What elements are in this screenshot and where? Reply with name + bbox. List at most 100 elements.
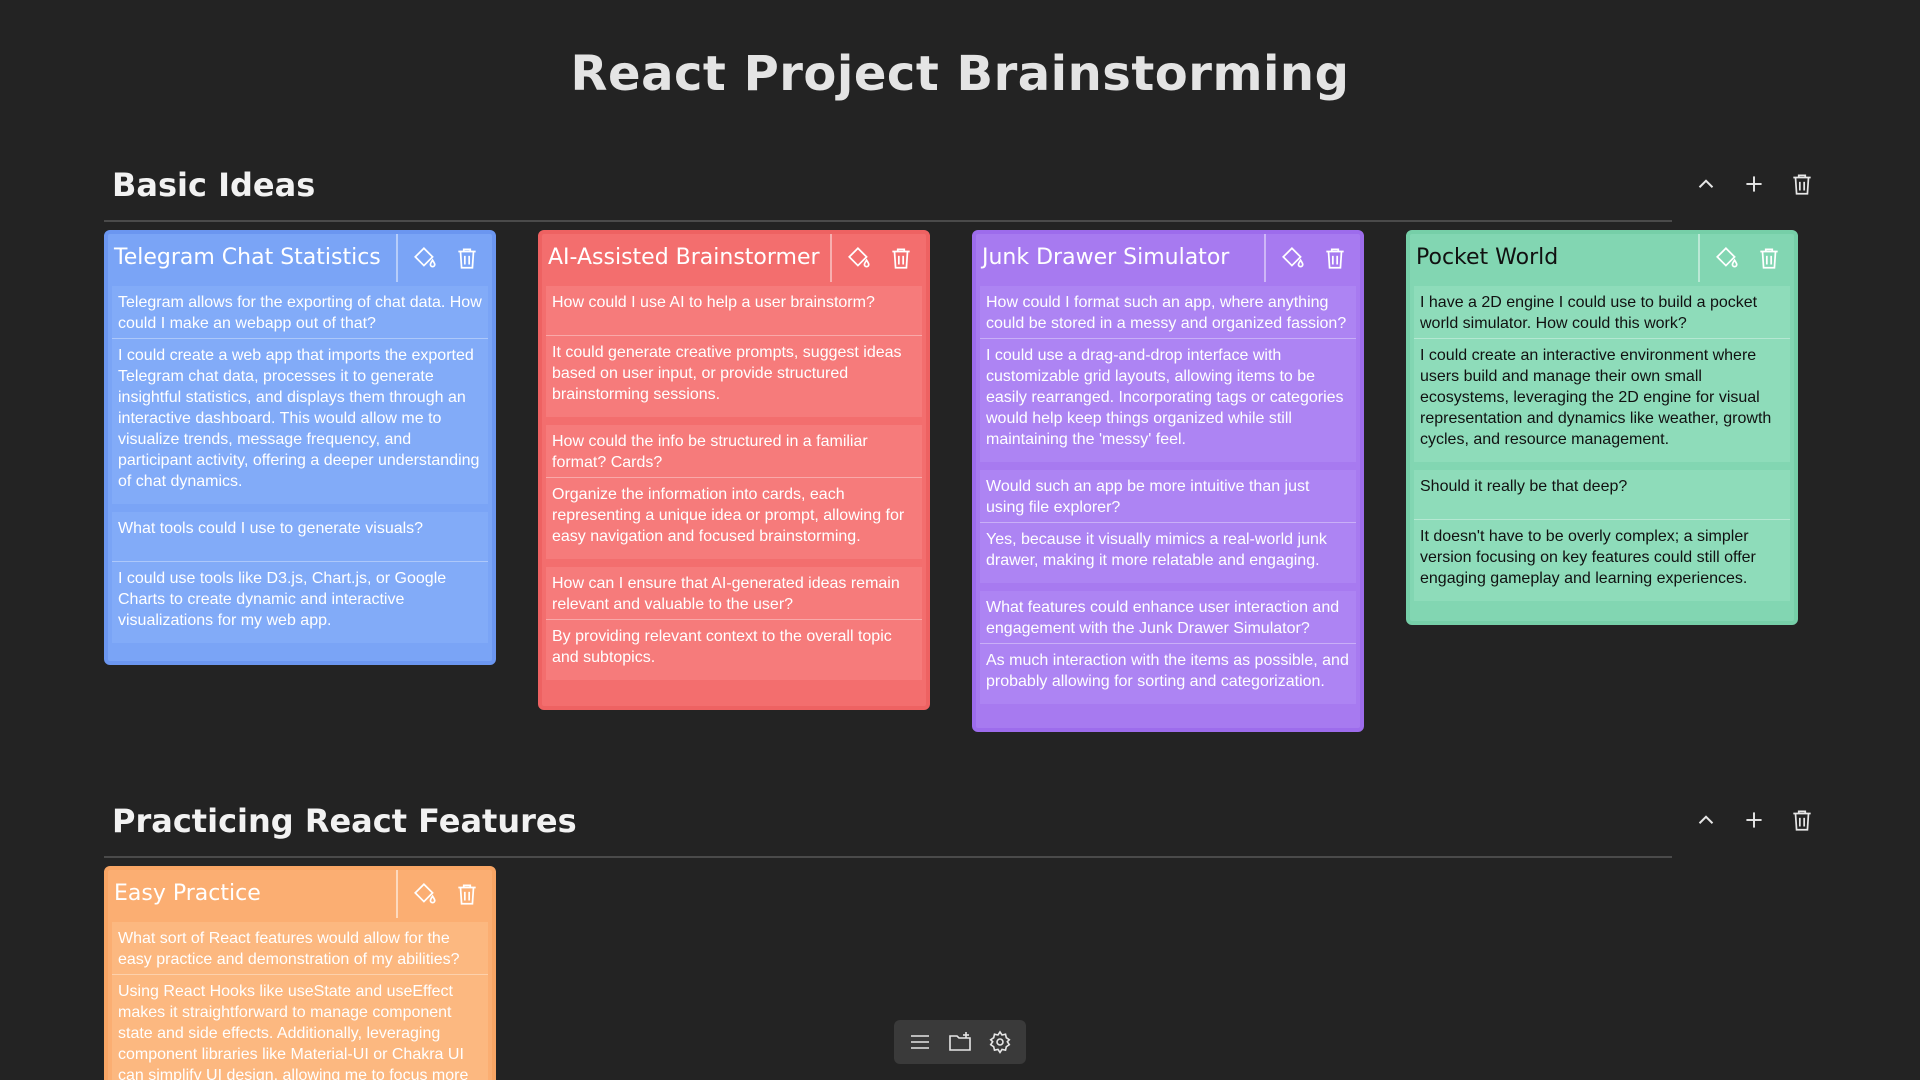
answer-text[interactable]: I could use a drag-and-drop interface wi… bbox=[980, 339, 1356, 462]
menu-icon bbox=[911, 1035, 929, 1049]
delete-card-button[interactable] bbox=[452, 879, 482, 909]
section-actions bbox=[1692, 170, 1816, 198]
change-color-button[interactable] bbox=[1712, 243, 1742, 273]
add-section-button[interactable] bbox=[946, 1028, 974, 1056]
question-text[interactable]: Telegram allows for the exporting of cha… bbox=[112, 286, 488, 339]
answer-text[interactable]: Using React Hooks like useState and useE… bbox=[112, 975, 488, 1080]
paint-bucket-icon bbox=[414, 247, 436, 268]
qa-item: Should it really be that deep? It doesn'… bbox=[1414, 470, 1790, 601]
paint-bucket-icon bbox=[414, 883, 436, 904]
answer-text[interactable]: It doesn't have to be overly complex; a … bbox=[1414, 520, 1790, 601]
question-text[interactable]: How could I format such an app, where an… bbox=[980, 286, 1356, 339]
qa-item: What sort of React features would allow … bbox=[112, 922, 488, 1080]
section-divider bbox=[104, 856, 1672, 858]
card-title[interactable]: AI-Assisted Brainstormer bbox=[542, 234, 830, 282]
collapse-section-button[interactable] bbox=[1692, 806, 1720, 834]
card-header: AI-Assisted Brainstormer bbox=[542, 234, 926, 282]
idea-card[interactable]: Easy Practice What sort of React feature… bbox=[104, 866, 496, 1080]
plus-icon bbox=[1746, 812, 1762, 828]
card-title[interactable]: Pocket World bbox=[1410, 234, 1698, 282]
idea-card[interactable]: AI-Assisted Brainstormer How could I use… bbox=[538, 230, 930, 710]
collapse-section-button[interactable] bbox=[1692, 170, 1720, 198]
question-text[interactable]: I have a 2D engine I could use to build … bbox=[1414, 286, 1790, 339]
idea-card[interactable]: Junk Drawer Simulator How could I format… bbox=[972, 230, 1364, 732]
question-text[interactable]: What tools could I use to generate visua… bbox=[112, 512, 488, 562]
card-header: Easy Practice bbox=[108, 870, 492, 918]
qa-item: How can I ensure that AI-generated ideas… bbox=[546, 567, 922, 680]
card-tools bbox=[1264, 234, 1360, 282]
card-tools bbox=[1698, 234, 1794, 282]
card-tools bbox=[830, 234, 926, 282]
qa-item: I have a 2D engine I could use to build … bbox=[1414, 286, 1790, 462]
card-list: Telegram Chat Statistics Telegram allows… bbox=[104, 230, 1816, 830]
paint-bucket-icon bbox=[848, 247, 870, 268]
card-title[interactable]: Telegram Chat Statistics bbox=[108, 234, 396, 282]
change-color-button[interactable] bbox=[410, 879, 440, 909]
question-text[interactable]: How could I use AI to help a user brains… bbox=[546, 286, 922, 336]
answer-text[interactable]: I could use tools like D3.js, Chart.js, … bbox=[112, 562, 488, 643]
change-color-button[interactable] bbox=[410, 243, 440, 273]
settings-icon bbox=[989, 1030, 1011, 1054]
question-text[interactable]: How could the info be structured in a fa… bbox=[546, 425, 922, 478]
answer-text[interactable]: I could create a web app that imports th… bbox=[112, 339, 488, 504]
plus-icon bbox=[1746, 176, 1762, 192]
idea-card[interactable]: Pocket World I have a 2D engine I could … bbox=[1406, 230, 1798, 625]
app-page: React Project Brainstorming Basic Ideas bbox=[0, 0, 1920, 1080]
trash-icon bbox=[458, 248, 476, 269]
question-text[interactable]: What sort of React features would allow … bbox=[112, 922, 488, 975]
menu-button[interactable] bbox=[906, 1028, 934, 1056]
section-title: Basic Ideas bbox=[112, 166, 316, 204]
add-card-button[interactable] bbox=[1740, 170, 1768, 198]
delete-card-button[interactable] bbox=[1754, 243, 1784, 273]
answer-text[interactable]: Yes, because it visually mimics a real-w… bbox=[980, 523, 1356, 583]
trash-icon bbox=[892, 248, 910, 269]
answer-text[interactable]: As much interaction with the items as po… bbox=[980, 644, 1356, 704]
qa-item: How could I use AI to help a user brains… bbox=[546, 286, 922, 417]
delete-section-button[interactable] bbox=[1788, 806, 1816, 834]
settings-button[interactable] bbox=[986, 1028, 1014, 1056]
page-title: React Project Brainstorming bbox=[570, 46, 1350, 102]
card-title[interactable]: Easy Practice bbox=[108, 870, 396, 918]
answer-text[interactable]: Organize the information into cards, eac… bbox=[546, 478, 922, 559]
qa-item: Telegram allows for the exporting of cha… bbox=[112, 286, 488, 504]
change-color-button[interactable] bbox=[1278, 243, 1308, 273]
bottom-toolbar bbox=[894, 1020, 1026, 1064]
qa-item: What features could enhance user interac… bbox=[980, 591, 1356, 704]
answer-text[interactable]: By providing relevant context to the ove… bbox=[546, 620, 922, 680]
qa-item: What tools could I use to generate visua… bbox=[112, 512, 488, 643]
card-tools bbox=[396, 234, 492, 282]
chevron-up-icon bbox=[1698, 815, 1714, 824]
idea-card[interactable]: Telegram Chat Statistics Telegram allows… bbox=[104, 230, 496, 665]
section-basic-ideas: Basic Ideas Telegram Chat Statistics Tel… bbox=[104, 160, 1816, 830]
delete-card-button[interactable] bbox=[886, 243, 916, 273]
add-card-button[interactable] bbox=[1740, 806, 1768, 834]
question-text[interactable]: What features could enhance user interac… bbox=[980, 591, 1356, 644]
chevron-up-icon bbox=[1698, 179, 1714, 188]
section-title: Practicing React Features bbox=[112, 802, 577, 840]
qa-item: How could the info be structured in a fa… bbox=[546, 425, 922, 559]
section-actions bbox=[1692, 806, 1816, 834]
folder-add-icon bbox=[949, 1032, 971, 1051]
answer-text[interactable]: It could generate creative prompts, sugg… bbox=[546, 336, 922, 417]
trash-icon bbox=[458, 884, 476, 905]
card-header: Pocket World bbox=[1410, 234, 1794, 282]
paint-bucket-icon bbox=[1716, 247, 1738, 268]
card-header: Junk Drawer Simulator bbox=[976, 234, 1360, 282]
card-tools bbox=[396, 870, 492, 918]
delete-section-button[interactable] bbox=[1788, 170, 1816, 198]
trash-icon bbox=[1793, 174, 1811, 195]
trash-icon bbox=[1793, 810, 1811, 831]
change-color-button[interactable] bbox=[844, 243, 874, 273]
card-title[interactable]: Junk Drawer Simulator bbox=[976, 234, 1264, 282]
paint-bucket-icon bbox=[1282, 247, 1304, 268]
question-text[interactable]: Would such an app be more intuitive than… bbox=[980, 470, 1356, 523]
trash-icon bbox=[1760, 248, 1778, 269]
question-text[interactable]: Should it really be that deep? bbox=[1414, 470, 1790, 520]
section-divider bbox=[104, 220, 1672, 222]
delete-card-button[interactable] bbox=[452, 243, 482, 273]
delete-card-button[interactable] bbox=[1320, 243, 1350, 273]
section-header: Practicing React Features bbox=[104, 796, 1816, 858]
question-text[interactable]: How can I ensure that AI-generated ideas… bbox=[546, 567, 922, 620]
answer-text[interactable]: I could create an interactive environmen… bbox=[1414, 339, 1790, 462]
qa-item: Would such an app be more intuitive than… bbox=[980, 470, 1356, 583]
